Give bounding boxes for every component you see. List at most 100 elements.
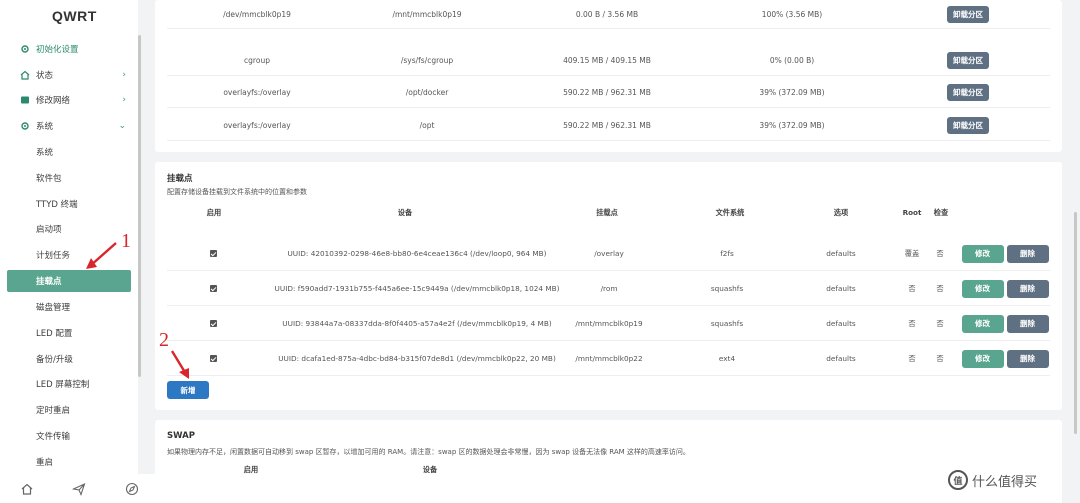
cell-enabled <box>203 271 223 306</box>
send-icon[interactable] <box>72 482 86 496</box>
cell-used: 590.22 MB / 962.31 MB <box>563 87 651 97</box>
edit-button[interactable]: 修改 <box>961 244 1004 263</box>
main-scrollbar[interactable] <box>1074 212 1077 434</box>
sidebar-item-label: 备份/升级 <box>36 354 73 365</box>
sidebar-item-0[interactable]: 初始化设置 <box>0 36 138 62</box>
delete-button[interactable]: 删除 <box>1006 279 1049 298</box>
cell-mountpoint: /overlay <box>594 249 624 258</box>
cell-fs: squashfs <box>710 284 744 293</box>
unmount-button[interactable]: 卸载分区 <box>947 83 989 101</box>
cell-root: 覆盖 <box>904 248 920 258</box>
sidebar-item-12[interactable]: 备份/升级 <box>0 346 138 372</box>
enabled-checkbox[interactable] <box>209 250 217 257</box>
annotation-arrow-one <box>86 242 117 269</box>
sidebar-item-14[interactable]: 定时重启 <box>0 397 138 423</box>
sidebar-item-4[interactable]: 系统 <box>0 139 138 165</box>
grid-icon <box>20 95 30 105</box>
cell-check: 否 <box>936 248 944 258</box>
watermark-text: 什么值得买 <box>972 474 1038 490</box>
cell-mountpoint: /rom <box>600 284 618 293</box>
enabled-checkbox[interactable] <box>209 320 217 327</box>
cell-enabled <box>203 341 223 376</box>
table-row: /dev/mmcblk0p19/mnt/mmcblk0p19 0.00 B / 3… <box>167 0 1050 29</box>
mount-points-panel: 挂载点 配置存储设备挂载到文件系统中的位置和参数 启用 设备 挂载点 文件系统 … <box>155 162 1062 410</box>
cell-check: 否 <box>936 318 944 328</box>
col-root: Root <box>902 208 922 217</box>
cell-actions: 卸载分区 <box>943 109 993 141</box>
compass-icon[interactable] <box>125 482 139 496</box>
delete-button[interactable]: 删除 <box>1006 314 1049 333</box>
enabled-checkbox[interactable] <box>209 285 217 292</box>
cell-fs: f2fs <box>720 249 734 258</box>
cell-options: defaults <box>826 249 856 258</box>
table-row: overlayfs:/overlay/opt/docker 590.22 MB /… <box>167 76 1050 108</box>
cell-actions: 卸载分区 <box>943 44 993 76</box>
cell-mountpoint: /mnt/mmcblk0p22 <box>575 354 643 363</box>
table-row: UUID: 42010392-0298-46e8-bb80-6e4ceae136… <box>167 236 1050 271</box>
enabled-checkbox[interactable] <box>209 355 217 362</box>
mount-points-title: 挂载点 <box>167 174 193 184</box>
cell-device: UUID: f590add7-1931b755-f445a6ee-15c9449… <box>274 284 560 293</box>
col-mountpoint: 挂载点 <box>596 208 618 217</box>
cell-fs: overlayfs:/overlay <box>223 120 291 130</box>
add-mount-button[interactable]: 新增 <box>167 381 209 399</box>
gear-icon <box>20 121 30 131</box>
cell-avail: 0% (0.00 B) <box>769 55 815 65</box>
sidebar-item-3[interactable]: 系统 ⌄ <box>0 113 138 139</box>
table-row: UUID: f590add7-1931b755-f445a6ee-15c9449… <box>167 271 1050 306</box>
sidebar-item-5[interactable]: 软件包 <box>0 165 138 191</box>
delete-button[interactable]: 删除 <box>1006 244 1049 263</box>
sidebar-item-7[interactable]: 启动项 <box>0 217 138 243</box>
swap-title: SWAP <box>167 431 195 441</box>
sidebar-item-15[interactable]: 文件传输 <box>0 423 138 449</box>
unmount-button[interactable]: 卸载分区 <box>947 116 989 134</box>
annotation-arrow-two <box>170 350 189 379</box>
cell-used: 409.15 MB / 409.15 MB <box>563 55 651 65</box>
sidebar-item-1[interactable]: 状态 › <box>0 62 138 88</box>
cell-mount: /mnt/mmcblk0p19 <box>392 9 462 19</box>
table-row: UUID: dcafa1ed-875a-4dbc-bd84-b315f07de8… <box>167 341 1050 376</box>
sidebar-item-label: 启动项 <box>36 225 62 236</box>
cell-actions: 修改 删除 <box>960 271 1050 306</box>
sidebar-item-11[interactable]: LED 配置 <box>0 320 138 346</box>
sidebar-item-label: 修改网络 <box>36 96 71 107</box>
cell-root: 否 <box>908 283 916 293</box>
cell-device: UUID: dcafa1ed-875a-4dbc-bd84-b315f07de8… <box>278 354 556 363</box>
cell-options: defaults <box>826 284 856 293</box>
sidebar-item-6[interactable]: TTYD 终端 <box>0 191 138 217</box>
sidebar-item-label: 挂载点 <box>36 277 62 288</box>
edit-button[interactable]: 修改 <box>961 314 1004 333</box>
sidebar-item-13[interactable]: LED 屏幕控制 <box>0 372 138 398</box>
chevron-icon: ⌄ <box>118 121 126 132</box>
swap-panel: SWAP 如果物理内存不足，闲置数据可自动移到 swap 区暂存，以增加可用的 … <box>155 420 1062 503</box>
mounted-filesystems-panel: /dev/mmcblk0p19/mnt/mmcblk0p19 0.00 B / 3… <box>155 0 1062 152</box>
sidebar-item-16[interactable]: 重启 <box>0 449 138 475</box>
sidebar-item-10[interactable]: 磁盘管理 <box>0 294 138 320</box>
annotation-number-one: 1 <box>121 230 131 252</box>
table-row: overlayfs:/overlay/opt 590.22 MB / 962.31… <box>167 109 1050 141</box>
cell-fs: ext4 <box>718 354 736 363</box>
watermark: 值 什么值得买 <box>948 470 1037 490</box>
watermark-logo: 值 <box>948 470 968 490</box>
mount-points-description: 配置存储设备挂载到文件系统中的位置和参数 <box>167 188 307 196</box>
sidebar-item-label: 初始化设置 <box>36 44 79 55</box>
sidebar-item-9[interactable]: 挂载点 <box>7 270 131 293</box>
unmount-button[interactable]: 卸载分区 <box>947 5 989 23</box>
sidebar-item-2[interactable]: 修改网络 › <box>0 88 138 114</box>
cell-enabled <box>203 236 223 271</box>
cell-root: 否 <box>908 353 916 363</box>
sidebar-scrollbar[interactable] <box>138 35 141 377</box>
swap-col-enabled: 启用 <box>243 465 259 474</box>
col-enabled: 启用 <box>206 208 222 217</box>
delete-button[interactable]: 删除 <box>1006 349 1049 368</box>
unmount-button[interactable]: 卸载分区 <box>947 51 989 69</box>
home-icon[interactable] <box>20 482 34 496</box>
edit-button[interactable]: 修改 <box>961 279 1004 298</box>
home-icon <box>20 70 30 80</box>
sidebar-item-label: 定时重启 <box>36 406 71 417</box>
sidebar-item-label: 重启 <box>36 457 54 468</box>
cell-enabled <box>203 306 223 341</box>
col-check: 检查 <box>933 208 949 217</box>
cell-fs: cgroup <box>244 55 270 65</box>
edit-button[interactable]: 修改 <box>961 349 1004 368</box>
